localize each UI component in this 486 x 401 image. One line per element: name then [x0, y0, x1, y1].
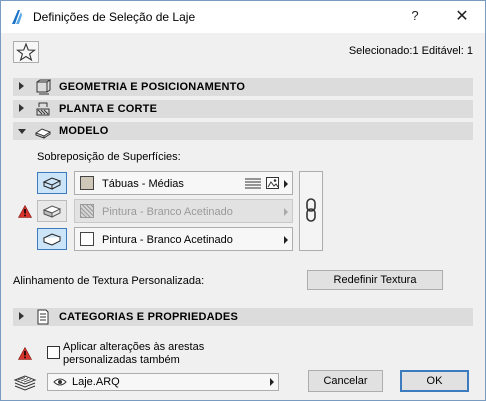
surface-name: Pintura - Branco Acetinado	[102, 234, 233, 246]
section-plan[interactable]: PLANTA E CORTE	[13, 100, 473, 118]
material-swatch-hatched	[80, 204, 94, 218]
title-bar: Definições de Seleção de Laje ? ✕	[1, 1, 485, 33]
surface-name: Tábuas - Médias	[102, 178, 184, 190]
help-button[interactable]: ?	[405, 8, 425, 26]
expand-arrow-icon	[19, 104, 24, 112]
side-surface-override-toggle[interactable]	[37, 200, 67, 222]
model-icon	[35, 128, 51, 139]
apply-edges-label-line2: personalizadas também	[63, 354, 180, 366]
cancel-button[interactable]: Cancelar	[308, 370, 383, 392]
star-icon	[15, 42, 37, 62]
plan-section-icon	[36, 102, 50, 116]
dropdown-arrow-icon	[284, 236, 288, 244]
surface-select-top[interactable]: Tábuas - Médias	[74, 171, 293, 195]
dropdown-arrow-icon	[270, 378, 274, 386]
reset-texture-button[interactable]: Redefinir Textura	[307, 270, 443, 290]
section-label: MODELO	[59, 125, 109, 137]
slab-bottom-surface-icon	[42, 233, 62, 246]
layers-icon	[13, 375, 37, 391]
window-title: Definições de Seleção de Laje	[33, 10, 196, 24]
bottom-surface-override-toggle[interactable]	[37, 228, 67, 250]
section-geometry[interactable]: GEOMETRIA E POSICIONAMENTO	[13, 78, 473, 96]
slab-top-surface-icon	[42, 177, 62, 190]
surface-select-side[interactable]: Pintura - Branco Acetinado	[74, 199, 293, 223]
layer-select[interactable]: Laje.ARQ	[47, 373, 279, 391]
archicad-logo-icon	[12, 10, 22, 24]
geometry-icon	[36, 79, 51, 95]
favorites-button[interactable]	[13, 41, 39, 63]
close-button[interactable]: ✕	[449, 6, 475, 28]
chain-link-icon	[306, 198, 316, 222]
material-swatch	[80, 176, 94, 190]
surface-override-label: Sobreposição de Superfícies:	[37, 151, 181, 163]
expand-arrow-icon	[19, 82, 24, 90]
dropdown-arrow-icon	[284, 208, 288, 216]
texture-image-icon	[266, 177, 279, 189]
eye-icon	[53, 378, 67, 386]
section-label: PLANTA E CORTE	[59, 103, 158, 115]
surface-select-bottom[interactable]: Pintura - Branco Acetinado	[74, 227, 293, 251]
dialog-window: Definições de Seleção de Laje ? ✕ Seleci…	[0, 0, 486, 401]
material-swatch	[80, 232, 94, 246]
dropdown-arrow-icon	[284, 180, 288, 188]
apply-edges-label: Aplicar alterações às arestas personaliz…	[63, 341, 204, 367]
section-label: CATEGORIAS E PROPRIEDADES	[59, 311, 238, 323]
section-model[interactable]: MODELO	[13, 122, 473, 140]
material-hatch-icon	[245, 178, 261, 189]
ok-button[interactable]: OK	[400, 370, 469, 392]
document-list-icon	[37, 309, 49, 325]
surface-name: Pintura - Branco Acetinado	[102, 206, 233, 218]
expand-arrow-icon	[19, 312, 24, 320]
layer-name: Laje.ARQ	[72, 376, 120, 388]
warning-icon	[18, 347, 32, 360]
slab-side-surface-icon	[42, 205, 62, 218]
top-surface-override-toggle[interactable]	[37, 172, 67, 194]
link-surfaces-button[interactable]	[299, 171, 323, 251]
texture-align-label: Alinhamento de Textura Personalizada:	[13, 275, 205, 287]
apply-edges-label-line1: Aplicar alterações às arestas	[63, 341, 205, 353]
section-categories[interactable]: CATEGORIAS E PROPRIEDADES	[13, 308, 473, 326]
warning-icon	[18, 205, 32, 218]
section-label: GEOMETRIA E POSICIONAMENTO	[59, 81, 246, 93]
apply-edges-checkbox[interactable]	[47, 346, 60, 359]
selection-info: Selecionado:1 Editável: 1	[348, 45, 473, 57]
collapse-arrow-icon	[18, 129, 26, 134]
